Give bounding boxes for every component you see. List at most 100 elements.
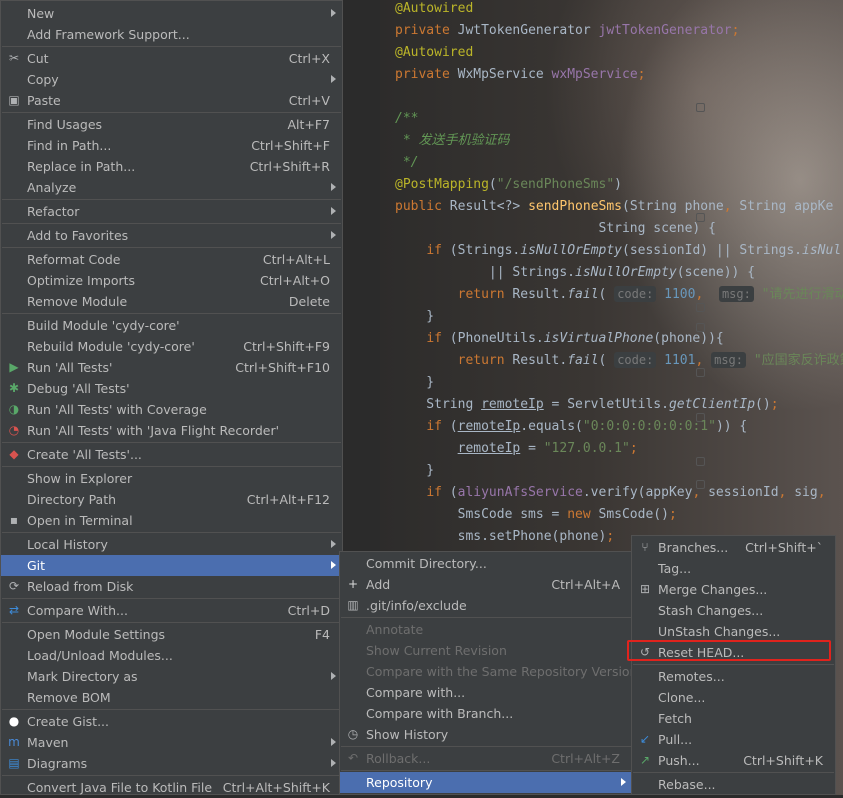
menu-item-label: Reload from Disk [27, 579, 134, 594]
menu-item-git-info-exclude[interactable]: ▥ .git/info/exclude [340, 595, 632, 616]
code-line: if (remoteIp.equals("0:0:0:0:0:0:0:1")) … [426, 419, 748, 434]
menu-item-reformat-code[interactable]: Reformat Code Ctrl+Alt+L [1, 249, 342, 270]
menu-item-local-history[interactable]: Local History [1, 534, 342, 555]
menu-item-rollback: ↶ Rollback... Ctrl+Alt+Z [340, 748, 632, 769]
menu-item-repository[interactable]: Repository [340, 772, 632, 793]
menu-item-label: Paste [27, 93, 61, 108]
menu-item-label: Add Framework Support... [27, 27, 190, 42]
menu-item-compare-with-branch[interactable]: Compare with Branch... [340, 703, 632, 724]
menu-item-add-to-favorites[interactable]: Add to Favorites [1, 225, 342, 246]
menu-item-shortcut: Ctrl+Shift+R [249, 159, 330, 174]
terminal-icon: ▪ [9, 513, 19, 527]
menu-item-label: Open in Terminal [27, 513, 133, 528]
menu-item-load-unload-modules[interactable]: Load/Unload Modules... [1, 645, 342, 666]
menu-item-label: Open Module Settings [27, 627, 166, 642]
menu-item-add[interactable]: + Add Ctrl+Alt+A [340, 574, 632, 595]
menu-item-label: Add to Favorites [27, 228, 129, 243]
menu-item-commit-directory[interactable]: Commit Directory... [340, 553, 632, 574]
menu-item-create-all-tests[interactable]: ◆ Create 'All Tests'... [1, 444, 342, 465]
menu-item-pull[interactable]: ↙ Pull... [632, 729, 835, 750]
menu-item-diagrams[interactable]: ▤ Diagrams [1, 753, 342, 774]
menu-item-rebase[interactable]: Rebase... [632, 774, 835, 795]
menu-item-find-usages[interactable]: Find Usages Alt+F7 [1, 114, 342, 135]
menu-item-tag[interactable]: Tag... [632, 558, 835, 579]
menu-item-optimize-imports[interactable]: Optimize Imports Ctrl+Alt+O [1, 270, 342, 291]
menu-separator [2, 709, 341, 710]
menu-item-create-gist[interactable]: ● Create Gist... [1, 711, 342, 732]
menu-item-open-in-terminal[interactable]: ▪ Open in Terminal [1, 510, 342, 531]
menu-item-fetch[interactable]: Fetch [632, 708, 835, 729]
menu-item-find-in-path[interactable]: Find in Path... Ctrl+Shift+F [1, 135, 342, 156]
menu-item-remove-module[interactable]: Remove Module Delete [1, 291, 342, 312]
code-line: @Autowired [395, 45, 474, 60]
clipboard-icon: ▣ [8, 93, 20, 107]
menu-item-reload-from-disk[interactable]: ⟳ Reload from Disk [1, 576, 342, 597]
menu-item-add-framework-support[interactable]: Add Framework Support... [1, 24, 342, 45]
code-line: remoteIp = "127.0.0.1"; [457, 441, 638, 456]
menu-item-label: Run 'All Tests' [27, 360, 113, 375]
menu-item-shortcut: Ctrl+X [288, 51, 330, 66]
code-line: return Result.fail( code: 1101, msg: "应国… [457, 352, 843, 368]
menu-item-label: Pull... [658, 732, 693, 747]
menu-separator [341, 746, 631, 747]
reload-icon: ⟳ [8, 579, 20, 593]
menu-item-mark-directory-as[interactable]: Mark Directory as [1, 666, 342, 687]
menu-item-shortcut: Ctrl+Shift+K [743, 753, 823, 768]
scissors-icon: ✂ [8, 51, 20, 65]
menu-item-label: Fetch [658, 711, 692, 726]
menu-item-debug-all-tests[interactable]: ✱ Debug 'All Tests' [1, 378, 342, 399]
menu-item-run-all-tests[interactable]: ▶ Run 'All Tests' Ctrl+Shift+F10 [1, 357, 342, 378]
menu-item-open-module-settings[interactable]: Open Module Settings F4 [1, 624, 342, 645]
menu-item-compare-with[interactable]: Compare with... [340, 682, 632, 703]
diagram-icon: ▤ [8, 756, 20, 770]
menu-item-build-module-cydy-core[interactable]: Build Module 'cydy-core' [1, 315, 342, 336]
menu-item-remove-bom[interactable]: Remove BOM [1, 687, 342, 708]
menu-item-label: Directory Path [27, 492, 117, 507]
menu-item-label: Add [366, 577, 391, 592]
menu-item-run-all-tests-with-java-flight-recorder[interactable]: ◔ Run 'All Tests' with 'Java Flight Recor… [1, 420, 342, 441]
menu-item-stash-changes[interactable]: Stash Changes... [632, 600, 835, 621]
menu-item-label: Reformat Code [27, 252, 121, 267]
menu-item-rebuild-module-cydy-core[interactable]: Rebuild Module 'cydy-core' Ctrl+Shift+F9 [1, 336, 342, 357]
menu-item-copy[interactable]: Copy [1, 69, 342, 90]
menu-item-push[interactable]: ↗ Push... Ctrl+Shift+K [632, 750, 835, 771]
menu-item-label: Tag... [658, 561, 692, 576]
menu-item-label: Run 'All Tests' with 'Java Flight Record… [27, 423, 280, 438]
menu-item-shortcut: Ctrl+Shift+F9 [243, 339, 330, 354]
menu-item-remotes[interactable]: Remotes... [632, 666, 835, 687]
menu-item-shortcut: Ctrl+Alt+A [551, 577, 620, 592]
maven-icon: m [8, 735, 20, 749]
menu-item-compare-with[interactable]: ⇄ Compare With... Ctrl+D [1, 600, 342, 621]
menu-item-label: Build Module 'cydy-core' [27, 318, 180, 333]
menu-item-shortcut: Delete [288, 294, 330, 309]
menu-item-label: Diagrams [27, 756, 88, 771]
menu-item-branches[interactable]: ⑂ Branches... Ctrl+Shift+` [632, 537, 835, 558]
menu-item-directory-path[interactable]: Directory Path Ctrl+Alt+F12 [1, 489, 342, 510]
menu-item-shortcut: F4 [314, 627, 330, 642]
compare-icon: ⇄ [8, 603, 20, 617]
menu-item-run-all-tests-with-coverage[interactable]: ◑ Run 'All Tests' with Coverage [1, 399, 342, 420]
menu-item-git[interactable]: Git [1, 555, 342, 576]
exclude-icon: ▥ [347, 598, 359, 612]
menu-item-maven[interactable]: m Maven [1, 732, 342, 753]
menu-item-show-history[interactable]: ◷ Show History [340, 724, 632, 745]
menu-item-label: Debug 'All Tests' [27, 381, 130, 396]
menu-item-new[interactable]: New [1, 3, 342, 24]
menu-item-label: Branches... [658, 540, 729, 555]
menu-item-replace-in-path[interactable]: Replace in Path... Ctrl+Shift+R [1, 156, 342, 177]
menu-item-paste[interactable]: ▣ Paste Ctrl+V [1, 90, 342, 111]
code-text[interactable]: @Autowired private JwtTokenGenerator jwtT… [395, 0, 843, 570]
menu-item-clone[interactable]: Clone... [632, 687, 835, 708]
submenu-arrow-icon [331, 231, 336, 239]
menu-separator [341, 770, 631, 771]
code-line: @Autowired [395, 1, 474, 16]
menu-item-label: Convert Java File to Kotlin File [27, 780, 213, 795]
menu-item-show-in-explorer[interactable]: Show in Explorer [1, 468, 342, 489]
menu-item-unstash-changes[interactable]: UnStash Changes... [632, 621, 835, 642]
menu-item-merge-changes[interactable]: ⊞ Merge Changes... [632, 579, 835, 600]
menu-separator [2, 775, 341, 776]
menu-item-cut[interactable]: ✂ Cut Ctrl+X [1, 48, 342, 69]
menu-item-analyze[interactable]: Analyze [1, 177, 342, 198]
menu-item-refactor[interactable]: Refactor [1, 201, 342, 222]
